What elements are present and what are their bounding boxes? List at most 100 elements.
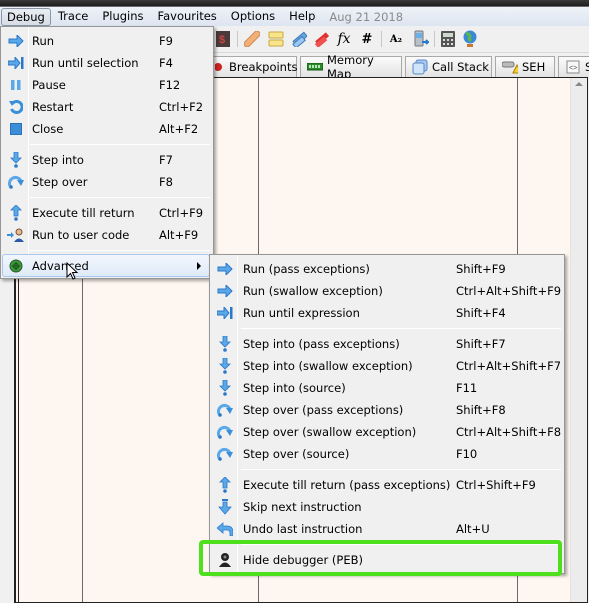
menu-item-run-until-expression[interactable]: Run until expression Shift+F4 [212,302,562,324]
menu-item-label: Hide debugger (PEB) [243,553,363,567]
callstack-icon [412,59,428,75]
tab-seh[interactable]: SEH [495,56,555,77]
menu-item-run-swallow-exception[interactable]: Run (swallow exception) Ctrl+Alt+Shift+F… [212,280,562,302]
mouse-cursor-icon [66,261,79,283]
menu-item-step-into-source[interactable]: Step into (source) F11 [212,377,562,399]
hash-icon[interactable]: # [358,30,376,48]
bookmark-icon[interactable] [312,30,330,48]
menu-item-label: Run (swallow exception) [243,284,383,298]
menu-help[interactable]: Help [282,7,322,26]
globe-icon[interactable] [461,30,479,48]
menu-item-label: Step over (source) [243,447,350,461]
menu-item-label: Close [32,122,64,136]
function-icon[interactable]: fx [335,30,353,48]
run-arrow-icon [214,280,236,302]
menu-item-execute-till-return[interactable]: Execute till return Ctrl+F9 [3,202,211,224]
menu-item-step-into-pass-exceptions[interactable]: Step into (pass exceptions) Shift+F7 [212,333,562,355]
menu-item-label: Step into (pass exceptions) [243,337,400,351]
script-icon[interactable]: $ [214,30,232,48]
svg-text:<>: <> [569,65,577,72]
toolbar-separator [381,31,382,47]
menu-item-shortcut: F11 [456,381,478,395]
menu-separator [30,250,210,251]
menu-item-pause[interactable]: Pause F12 [3,74,211,96]
font-icon[interactable]: A₂ [387,30,405,48]
menu-item-shortcut: Ctrl+Alt+Shift+F8 [456,425,562,439]
hide-debugger-icon [214,549,236,571]
tab-call-stack[interactable]: Call Stack [405,56,492,77]
menu-item-hide-debugger-peb[interactable]: Hide debugger (PEB) [212,549,562,571]
menu-item-step-into-swallow-exception[interactable]: Step into (swallow exception) Ctrl+Alt+S… [212,355,562,377]
comment-icon[interactable] [267,30,285,48]
stop-icon [5,118,27,140]
step-over-icon [214,443,236,465]
memory-icon [307,60,323,74]
scroll-up-arrow-icon[interactable] [575,82,583,86]
tab-label: S [585,60,589,74]
menu-item-shortcut: Shift+F7 [456,337,506,351]
breakpoint-icon [215,60,225,74]
menu-item-step-over-source[interactable]: Step over (source) F10 [212,443,562,465]
menu-item-step-over-swallow-exception[interactable]: Step over (swallow exception) Ctrl+Alt+S… [212,421,562,443]
menu-item-label: Step over [32,175,88,189]
menu-item-step-into[interactable]: Step into F7 [3,149,211,171]
menu-debug[interactable]: Debug [1,7,51,26]
execute-return-icon [5,202,27,224]
menu-item-label: Run [32,34,55,48]
menu-item-label: Step into [32,153,84,167]
toolbar-separator [237,31,238,47]
menu-item-shortcut: Shift+F4 [456,306,506,320]
menu-item-shortcut: F4 [159,56,173,70]
label-icon[interactable] [290,30,308,48]
menu-item-advanced[interactable]: Advanced [2,254,210,277]
step-over-icon [214,421,236,443]
menu-item-run-to-user-code[interactable]: Run to user code Alt+F9 [3,224,211,246]
pause-icon [5,74,27,96]
vertical-scrollbar[interactable] [570,78,587,602]
menu-item-restart[interactable]: Restart Ctrl+F2 [3,96,211,118]
menu-item-shortcut: F9 [159,34,173,48]
menu-item-label: Step into (source) [243,381,346,395]
menu-trace[interactable]: Trace [51,7,96,26]
run-arrow-icon [214,258,236,280]
menu-item-run-pass-exceptions[interactable]: Run (pass exceptions) Shift+F9 [212,258,562,280]
menu-item-step-over-pass-exceptions[interactable]: Step over (pass exceptions) Shift+F8 [212,399,562,421]
menu-item-shortcut: Shift+F8 [456,403,506,417]
menu-item-step-over[interactable]: Step over F8 [3,171,211,193]
menu-item-label: Advanced [32,258,89,273]
step-over-icon [214,399,236,421]
menu-item-label: Restart [32,100,74,114]
menu-options[interactable]: Options [224,7,282,26]
menu-item-execute-till-return-pass-exceptions[interactable]: Execute till return (pass exceptions) Ct… [212,474,562,496]
tab-label: SEH [522,60,546,74]
menu-item-run-until-selection[interactable]: Run until selection F4 [3,52,211,74]
menu-separator [30,144,210,145]
menu-item-undo-last-instruction[interactable]: Undo last instruction Alt+U [212,518,562,540]
restart-icon [5,96,27,118]
menu-item-shortcut: F10 [456,447,478,461]
menu-favourites[interactable]: Favourites [151,7,224,26]
tab-script[interactable]: <> S [558,56,589,77]
tab-breakpoints[interactable]: Breakpoints [208,56,297,77]
step-into-icon [214,333,236,355]
menu-item-skip-next-instruction[interactable]: Skip next instruction [212,496,562,518]
tab-memory-map[interactable]: Memory Map [300,53,402,81]
skip-icon [214,496,236,518]
menu-item-label: Run to user code [32,228,130,242]
menu-item-run[interactable]: Run F9 [3,30,211,52]
submenu-arrow-icon [197,262,201,270]
patch-icon[interactable] [243,30,261,48]
menu-separator [30,197,210,198]
script-icon: <> [565,60,581,74]
menu-item-label: Run until selection [32,56,139,70]
menu-item-close[interactable]: Close Alt+F2 [3,118,211,140]
menu-item-shortcut: F12 [159,78,181,92]
calculator-icon[interactable] [439,30,457,48]
menu-plugins[interactable]: Plugins [95,7,150,26]
menu-separator [241,544,561,545]
build-date: Aug 21 2018 [329,9,404,24]
device-icon[interactable] [412,30,430,48]
step-into-icon [214,377,236,399]
menu-item-shortcut: F7 [159,153,173,167]
step-into-icon [5,149,27,171]
